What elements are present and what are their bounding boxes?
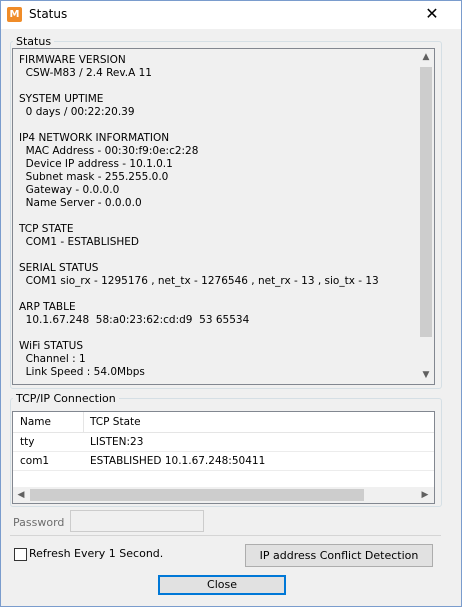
row-name: tty bbox=[20, 436, 35, 448]
chevron-left-icon[interactable]: ◀ bbox=[13, 487, 29, 503]
status-line: Link Speed : 54.0Mbps bbox=[19, 366, 145, 378]
status-group-legend: Status bbox=[16, 35, 52, 48]
tcp-group-legend: TCP/IP Connection bbox=[16, 392, 116, 405]
status-line bbox=[19, 210, 414, 223]
close-icon[interactable]: ✕ bbox=[421, 4, 443, 24]
status-line bbox=[19, 327, 414, 340]
window-title: Status bbox=[29, 7, 68, 21]
status-line bbox=[19, 119, 414, 132]
status-line: 10.1.67.248 58:a0:23:62:cd:d9 53 65534 bbox=[19, 314, 250, 326]
column-header-tcp-state[interactable]: TCP State bbox=[90, 416, 141, 428]
status-line bbox=[19, 249, 414, 262]
status-line: SERIAL STATUS bbox=[19, 262, 99, 274]
scroll-thumb[interactable] bbox=[30, 489, 364, 501]
status-line: Subnet mask - 255.255.0.0 bbox=[19, 171, 169, 183]
status-line: Device IP address - 10.1.0.1 bbox=[19, 158, 173, 170]
status-line: TCP STATE bbox=[19, 223, 74, 235]
status-line: COM1 sio_rx - 1295176 , net_tx - 1276546… bbox=[19, 275, 379, 287]
status-line: Channel : 1 bbox=[19, 353, 86, 365]
refresh-label[interactable]: Refresh Every 1 Second. bbox=[29, 547, 163, 560]
column-separator[interactable] bbox=[83, 412, 84, 432]
table-header: Name TCP State bbox=[13, 412, 434, 433]
status-line: COM1 - ESTABLISHED bbox=[19, 236, 139, 248]
table-row[interactable]: com1 ESTABLISHED 10.1.67.248:50411 bbox=[13, 452, 434, 471]
status-line: WiFi STATUS bbox=[19, 340, 83, 352]
status-line: MAC Address - 00:30:f9:0e:c2:28 bbox=[19, 145, 199, 157]
app-icon: M bbox=[7, 7, 22, 22]
ip-conflict-detection-button[interactable]: IP address Conflict Detection bbox=[245, 544, 433, 567]
status-line: Gateway - 0.0.0.0 bbox=[19, 184, 120, 196]
status-line bbox=[19, 80, 414, 93]
chevron-down-icon[interactable]: ▼ bbox=[418, 367, 434, 384]
divider bbox=[10, 535, 441, 536]
status-line: Name Server - 0.0.0.0 bbox=[19, 197, 142, 209]
row-state: ESTABLISHED 10.1.67.248:50411 bbox=[90, 455, 266, 467]
scroll-thumb[interactable] bbox=[420, 67, 432, 337]
status-line bbox=[19, 288, 414, 301]
status-line: SYSTEM UPTIME bbox=[19, 93, 104, 105]
status-text-area[interactable]: FIRMWARE VERSION CSW-M83 / 2.4 Rev.A 11 … bbox=[12, 48, 435, 385]
title-bar[interactable]: M Status ✕ bbox=[1, 1, 461, 29]
password-label: Password bbox=[13, 516, 65, 529]
password-field[interactable] bbox=[70, 510, 204, 532]
vertical-scrollbar[interactable]: ▲ ▼ bbox=[418, 49, 434, 384]
row-name: com1 bbox=[20, 455, 50, 467]
close-button[interactable]: Close bbox=[158, 575, 286, 595]
status-line: CSW-M83 / 2.4 Rev.A 11 bbox=[19, 67, 152, 79]
column-header-name[interactable]: Name bbox=[20, 416, 51, 428]
chevron-right-icon[interactable]: ▶ bbox=[417, 487, 433, 503]
status-line: FIRMWARE VERSION bbox=[19, 54, 126, 66]
status-line: 0 days / 00:22:20.39 bbox=[19, 106, 135, 118]
status-text: FIRMWARE VERSION CSW-M83 / 2.4 Rev.A 11 … bbox=[19, 54, 414, 379]
tcp-connection-table[interactable]: Name TCP State tty LISTEN:23 com1 ESTABL… bbox=[12, 411, 435, 504]
refresh-checkbox[interactable] bbox=[14, 548, 27, 561]
status-line: ARP TABLE bbox=[19, 301, 76, 313]
chevron-up-icon[interactable]: ▲ bbox=[418, 49, 434, 66]
status-window: M Status ✕ Status FIRMWARE VERSION CSW-M… bbox=[0, 0, 462, 607]
row-state: LISTEN:23 bbox=[90, 436, 144, 448]
table-row[interactable]: tty LISTEN:23 bbox=[13, 433, 434, 452]
status-line: IP4 NETWORK INFORMATION bbox=[19, 132, 170, 144]
horizontal-scrollbar[interactable]: ◀ ▶ bbox=[13, 487, 434, 503]
